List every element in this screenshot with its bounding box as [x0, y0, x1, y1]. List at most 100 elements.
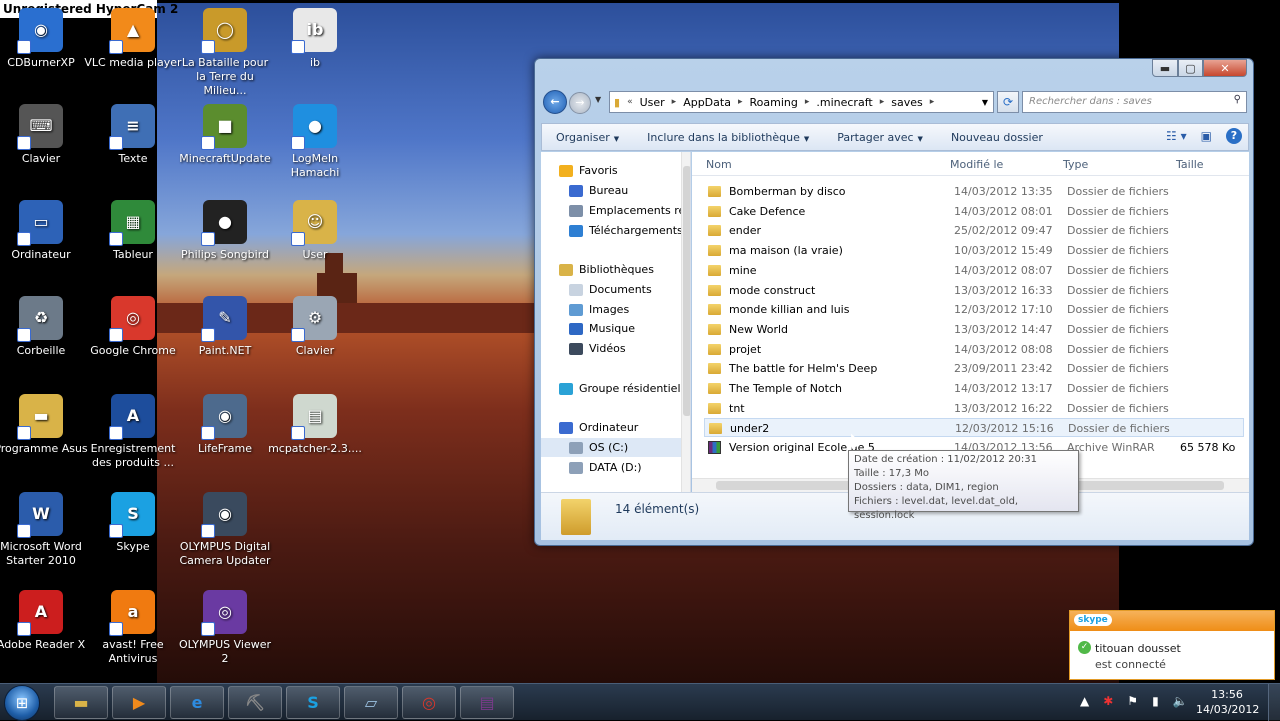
desktop-shortcut[interactable]: ≡ Texte	[84, 104, 182, 166]
desktop-shortcut[interactable]: ▭ Ordinateur	[0, 200, 90, 262]
column-modified[interactable]: Modifié le	[950, 158, 1003, 171]
refresh-button[interactable]: ⟳	[997, 91, 1019, 113]
organize-button[interactable]: Organiser ▼	[542, 131, 633, 144]
nav-item[interactable]: Téléchargements	[541, 221, 690, 240]
file-row[interactable]: mode construct 13/03/2012 16:33 Dossier de…	[704, 281, 1244, 300]
start-button[interactable]: ⊞	[4, 685, 40, 721]
desktop-shortcut[interactable]: ◉ OLYMPUS Digital Camera Updater	[176, 492, 274, 568]
nav-item[interactable]: OS (C:)	[541, 438, 690, 457]
taskbar-button[interactable]: ▶	[112, 686, 166, 719]
column-name[interactable]: Nom	[706, 158, 732, 171]
desktop-shortcut[interactable]: ▤ mcpatcher-2.3....	[266, 394, 364, 456]
nav-item[interactable]: Ordinateur	[541, 418, 690, 437]
desktop-shortcut[interactable]: ✎ Paint.NET	[176, 296, 274, 358]
file-row[interactable]: Bomberman by disco 14/03/2012 13:35 Dossie…	[704, 182, 1244, 201]
skype-notification[interactable]: skype ✓ titouan dousset est connecté	[1069, 610, 1275, 680]
share-button[interactable]: Partager avec ▼	[823, 131, 937, 144]
show-hidden-icons-icon[interactable]: ▲	[1080, 694, 1089, 708]
nav-item[interactable]: Documents	[541, 280, 690, 299]
file-row[interactable]: The battle for Helm's Deep 23/09/2011 23:…	[704, 359, 1244, 378]
breadcrumb-saves[interactable]: saves	[891, 96, 922, 109]
desktop-shortcut[interactable]: ⚙ Clavier	[266, 296, 364, 358]
desktop-shortcut[interactable]: ◎ OLYMPUS Viewer 2	[176, 590, 274, 666]
address-bar[interactable]: ▮ « User ▸ AppData ▸ Roaming ▸ .minecraft ▸ …	[609, 91, 994, 113]
file-row[interactable]: ma maison (la vraie) 10/03/2012 15:49 Doss…	[704, 241, 1244, 260]
file-row[interactable]: projet 14/03/2012 08:08 Dossier de fichier…	[704, 340, 1244, 359]
desktop-shortcut[interactable]: ♻ Corbeille	[0, 296, 90, 358]
search-input[interactable]: Rechercher dans : saves ⚲	[1022, 91, 1247, 113]
action-center-icon[interactable]: ⚑	[1127, 694, 1138, 708]
desktop-shortcut[interactable]: ◯ La Bataille pour la Terre du Milieu...	[176, 8, 274, 98]
file-row[interactable]: tnt 13/03/2012 16:22 Dossier de fichiers	[704, 399, 1244, 418]
desktop-shortcut[interactable]: A Enregistrement des produits ...	[84, 394, 182, 470]
nav-item[interactable]: Favoris	[541, 161, 690, 180]
breadcrumb-appdata[interactable]: AppData	[683, 96, 731, 109]
desktop-shortcut[interactable]: ◉ CDBurnerXP	[0, 8, 90, 70]
file-row[interactable]: New World 13/03/2012 14:47 Dossier de fich…	[704, 320, 1244, 339]
file-row[interactable]: monde killian and luis 12/03/2012 17:10 Do…	[704, 300, 1244, 319]
nav-item[interactable]: Bureau	[541, 181, 690, 200]
minimize-button[interactable]: ▬	[1152, 59, 1178, 77]
nav-item[interactable]: Musique	[541, 319, 690, 338]
breadcrumb-roaming[interactable]: Roaming	[749, 96, 797, 109]
desktop-shortcut[interactable]: ▬ Programme Asus	[0, 394, 90, 456]
desktop-shortcut[interactable]: W Microsoft Word Starter 2010	[0, 492, 90, 568]
show-desktop-button[interactable]	[1268, 684, 1280, 721]
include-library-button[interactable]: Inclure dans la bibliothèque ▼	[633, 131, 823, 144]
contact-status: est connecté	[1095, 658, 1166, 671]
back-button[interactable]: ←	[543, 90, 567, 114]
file-row[interactable]: mine 14/03/2012 08:07 Dossier de fichiers	[704, 261, 1244, 280]
minecraft-icon: ⛏	[244, 693, 266, 712]
close-button[interactable]: ✕	[1203, 59, 1247, 77]
desktop-shortcut[interactable]: ● LogMeIn Hamachi	[266, 104, 364, 180]
nav-item[interactable]: Bibliothèques	[541, 260, 690, 279]
breadcrumb-minecraft[interactable]: .minecraft	[816, 96, 872, 109]
file-row[interactable]: under2 12/03/2012 15:16 Dossier de fichier…	[704, 418, 1244, 438]
nav-item[interactable]: Groupe résidentiel	[541, 379, 690, 398]
preview-pane-icon[interactable]: ▣	[1201, 129, 1212, 143]
column-size[interactable]: Taille	[1176, 158, 1204, 171]
desktop-shortcut[interactable]: A Adobe Reader X	[0, 590, 90, 652]
antivirus-tray-icon[interactable]: ✱	[1103, 694, 1113, 708]
file-row[interactable]: The Temple of Notch 14/03/2012 13:17 Dossi…	[704, 379, 1244, 398]
taskbar-button[interactable]: ◎	[402, 686, 456, 719]
desktop-shortcut[interactable]: ● Philips Songbird	[176, 200, 274, 262]
view-options-icon[interactable]: ☷ ▾	[1166, 129, 1187, 143]
taskbar-button[interactable]: e	[170, 686, 224, 719]
file-row[interactable]: Cake Defence 14/03/2012 08:01 Dossier de f…	[704, 202, 1244, 221]
desktop-shortcut[interactable]: ib ib	[266, 8, 364, 70]
taskbar-button[interactable]: ▱	[344, 686, 398, 719]
nav-item[interactable]: Vidéos	[541, 339, 690, 358]
taskbar-button[interactable]: ▬	[54, 686, 108, 719]
desktop-shortcut[interactable]: ◉ LifeFrame	[176, 394, 274, 456]
nav-item[interactable]: DATA (D:)	[541, 458, 690, 477]
breadcrumb-user[interactable]: User	[640, 96, 665, 109]
chevron-icon[interactable]: «	[627, 97, 633, 107]
desktop-shortcut[interactable]: ⌨ Clavier	[0, 104, 90, 166]
recent-pages-dropdown[interactable]: ▼	[595, 95, 601, 104]
keyboard-file-icon: ⚙	[291, 296, 337, 342]
volume-icon[interactable]: 🔈	[1173, 694, 1188, 708]
desktop-shortcut[interactable]: ☺ User	[266, 200, 364, 262]
new-folder-button[interactable]: Nouveau dossier	[937, 131, 1057, 144]
desktop-shortcut[interactable]: ◎ Google Chrome	[84, 296, 182, 358]
forward-button[interactable]: →	[569, 92, 591, 114]
nav-item[interactable]: Emplacements ré	[541, 201, 690, 220]
network-icon[interactable]: ▮	[1152, 694, 1159, 708]
taskbar-button[interactable]: ⛏	[228, 686, 282, 719]
taskbar-button[interactable]: ▤	[460, 686, 514, 719]
column-type[interactable]: Type	[1063, 158, 1088, 171]
nav-item[interactable]: Images	[541, 300, 690, 319]
desktop-shortcut[interactable]: S Skype	[84, 492, 182, 554]
file-row[interactable]: ender 25/02/2012 09:47 Dossier de fichiers	[704, 221, 1244, 240]
desktop-shortcut[interactable]: ■ MinecraftUpdate	[176, 104, 274, 166]
desktop-shortcut[interactable]: a avast! Free Antivirus	[84, 590, 182, 666]
taskbar-button[interactable]: S	[286, 686, 340, 719]
address-dropdown-icon[interactable]: ▼	[982, 98, 988, 107]
clock[interactable]: 13:56 14/03/2012	[1196, 687, 1259, 717]
desktop-shortcut[interactable]: ▲ VLC media player	[84, 8, 182, 70]
maximize-button[interactable]: ▢	[1178, 59, 1203, 77]
nav-scrollbar[interactable]	[681, 152, 690, 492]
desktop-shortcut[interactable]: ▦ Tableur	[84, 200, 182, 262]
help-icon[interactable]: ?	[1226, 128, 1242, 144]
